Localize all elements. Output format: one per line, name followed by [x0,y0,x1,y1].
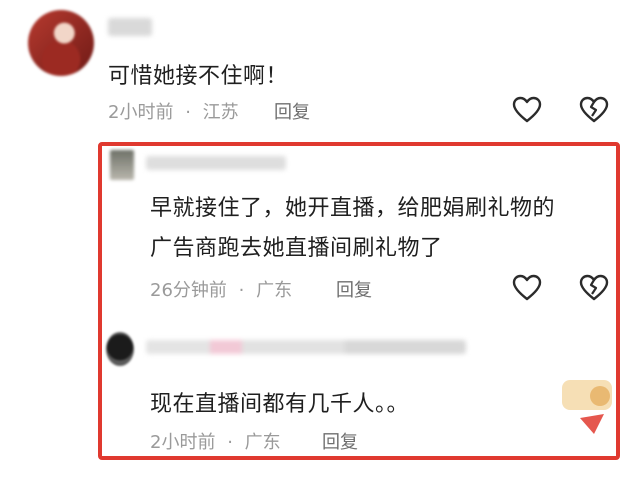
comment-meta: 2小时前 · 广东 [150,428,281,454]
heart-icon[interactable] [509,92,545,128]
username[interactable] [146,340,466,354]
reply-button[interactable]: 回复 [336,276,372,302]
comment-time: 26分钟前 [150,280,227,301]
meta-separator: · [227,432,233,453]
meta-separator: · [185,102,191,123]
comment-location: 广东 [256,280,293,301]
avatar[interactable] [28,10,94,76]
sticker-decoration [560,378,620,438]
comment-text: 早就接住了，她开直播，给肥娟刷礼物的 [150,196,556,221]
comment-meta: 2小时前 · 江苏 [108,98,239,124]
comment-text: 可惜她接不住啊！ [108,64,289,89]
username[interactable] [146,156,286,170]
comment-location: 广东 [244,432,281,453]
comment-text: 现在直播间都有几千人。。 [150,392,410,417]
comment-text: 广告商跑去她直播间刷礼物了 [150,236,443,261]
broken-heart-icon[interactable] [576,270,612,306]
comment-time: 2小时前 [150,432,216,453]
comment-meta: 26分钟前 · 广东 [150,276,292,302]
avatar[interactable] [110,150,134,180]
meta-separator: · [238,280,245,301]
comment-location: 江苏 [202,102,239,123]
heart-icon[interactable] [509,270,545,306]
reply-button[interactable]: 回复 [322,428,358,454]
reply-button[interactable]: 回复 [274,98,310,124]
username[interactable] [108,18,152,36]
broken-heart-icon[interactable] [576,92,612,128]
comment-time: 2小时前 [108,102,174,123]
avatar[interactable] [106,332,134,366]
